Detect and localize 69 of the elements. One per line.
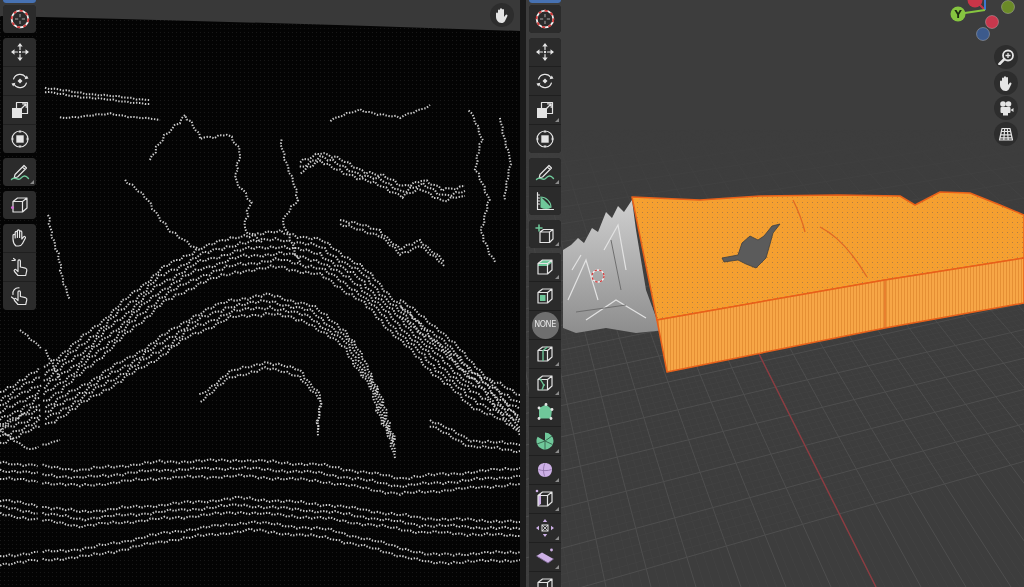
- axis-ball-icon[interactable]: [985, 15, 999, 29]
- tool-button[interactable]: [529, 220, 561, 248]
- move-arrows-icon: [9, 42, 30, 62]
- hand-icon: [998, 74, 1014, 91]
- tool-button[interactable]: [529, 38, 561, 66]
- zoom-icon: [998, 49, 1014, 65]
- tool-button[interactable]: [3, 96, 36, 124]
- tool-button[interactable]: [3, 191, 36, 219]
- tool-button[interactable]: [529, 398, 561, 426]
- squares-arrow-icon: [9, 100, 30, 120]
- pie-icon: [535, 431, 555, 451]
- tool-button[interactable]: [3, 38, 36, 66]
- cube-inner-face-icon: [535, 286, 555, 306]
- tool-button[interactable]: [3, 224, 36, 252]
- tool-button[interactable]: [529, 514, 561, 542]
- tool-button[interactable]: [3, 158, 36, 186]
- tool-button[interactable]: [529, 96, 561, 124]
- 3d-cursor-icon: [591, 269, 605, 283]
- axis-handle[interactable]: Y: [950, 6, 966, 22]
- cube-zigzag-icon: [535, 373, 555, 393]
- crosshair-icon: [9, 9, 30, 29]
- tool-button[interactable]: [529, 543, 561, 571]
- hand-icon: [494, 7, 510, 23]
- cube-side-face-icon: [535, 489, 555, 509]
- tool-button[interactable]: [529, 340, 561, 368]
- squares-arrow-icon: [535, 100, 555, 120]
- cube-icon: [9, 195, 30, 215]
- zoom-button[interactable]: [994, 45, 1018, 69]
- crosshair-icon: [535, 9, 555, 29]
- circle-square-icon: [9, 129, 30, 149]
- tool-button[interactable]: [3, 67, 36, 95]
- ruler-icon: [535, 191, 555, 211]
- camera-icon: [998, 100, 1014, 116]
- pencil-icon: [9, 162, 30, 182]
- tool-button[interactable]: [529, 456, 561, 484]
- tool-button[interactable]: [529, 369, 561, 397]
- sphere-icon: [535, 460, 555, 480]
- grid-icon: [998, 125, 1014, 142]
- circular-arrows-icon: [535, 71, 555, 91]
- pencil-icon: [535, 162, 555, 182]
- tool-button[interactable]: [529, 282, 561, 310]
- tool-button[interactable]: [3, 253, 36, 281]
- pointing-hand-icon: [9, 286, 30, 306]
- tool-button[interactable]: [529, 158, 561, 186]
- circle-square-icon: [535, 129, 555, 149]
- axis-ball-icon[interactable]: [976, 27, 990, 41]
- tool-button[interactable]: [529, 67, 561, 95]
- tool-button[interactable]: [529, 125, 561, 153]
- tool-button[interactable]: [3, 282, 36, 310]
- pointing-hand-icon: [9, 257, 30, 277]
- camera-button[interactable]: [994, 96, 1018, 120]
- tool-button[interactable]: [3, 5, 36, 33]
- circular-arrows-icon: [9, 71, 30, 91]
- cube-top-face-icon: [535, 257, 555, 277]
- tool-button[interactable]: [3, 125, 36, 153]
- cube-cut-line-icon: [535, 344, 555, 364]
- tool-button[interactable]: [529, 427, 561, 455]
- polygon-icon: [535, 402, 555, 422]
- pan-button[interactable]: [490, 3, 514, 27]
- cube-plus-icon: [535, 224, 555, 244]
- axis-handle-icon[interactable]: [967, 0, 983, 8]
- rock-mesh: [721, 223, 781, 269]
- tool-button[interactable]: NONE: [529, 311, 561, 339]
- move-arrows-icon: [535, 42, 555, 62]
- tool-button[interactable]: [529, 5, 561, 33]
- tool-button[interactable]: [529, 485, 561, 513]
- tool-button[interactable]: [529, 187, 561, 215]
- axis-ball-icon[interactable]: [1001, 0, 1015, 14]
- tool-button[interactable]: [529, 253, 561, 281]
